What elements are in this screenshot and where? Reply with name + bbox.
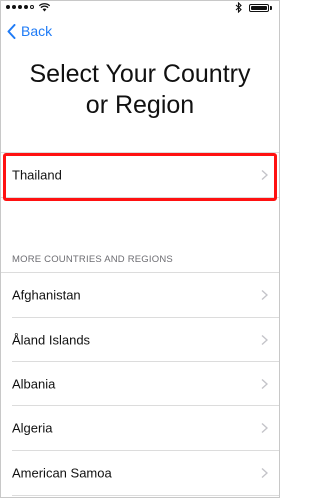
page-title: Select Your Country or Region [1,59,279,121]
chevron-right-icon [261,422,268,434]
chevron-right-icon [261,289,268,301]
signal-dots-icon [6,5,34,9]
chevron-right-icon [261,169,268,181]
country-row[interactable]: Algeria [1,406,279,450]
country-row[interactable]: Afghanistan [1,273,279,317]
country-row-suggested[interactable]: Thailand [1,153,279,197]
chevron-left-icon [7,23,16,39]
country-label: Afghanistan [12,287,81,303]
country-row[interactable]: Albania [1,362,279,406]
country-label: Algeria [12,420,53,436]
divider [1,197,279,198]
page-title-line-2: or Region [85,91,195,119]
back-button[interactable]: Back [7,23,52,39]
status-bar [1,1,279,15]
divider [12,495,279,496]
country-label: Åland Islands [12,332,91,348]
country-label: American Samoa [12,465,112,481]
chevron-right-icon [261,378,268,390]
back-label: Back [21,23,53,39]
chevron-right-icon [261,334,268,346]
phone-screen: Back Select Your Country or Region Thail… [0,0,280,498]
country-row[interactable]: American Samoa [1,451,279,495]
country-row[interactable]: Åland Islands [1,318,279,362]
battery-tip [270,6,272,10]
chevron-right-icon [261,467,268,479]
country-label: Albania [12,376,56,392]
section-header: MORE COUNTRIES AND REGIONS [12,254,173,265]
battery-icon [249,4,269,12]
country-label: Thailand [12,167,62,183]
bluetooth-icon [235,2,242,13]
page-title-line-1: Select Your Country [29,60,251,88]
wifi-icon [39,3,50,12]
